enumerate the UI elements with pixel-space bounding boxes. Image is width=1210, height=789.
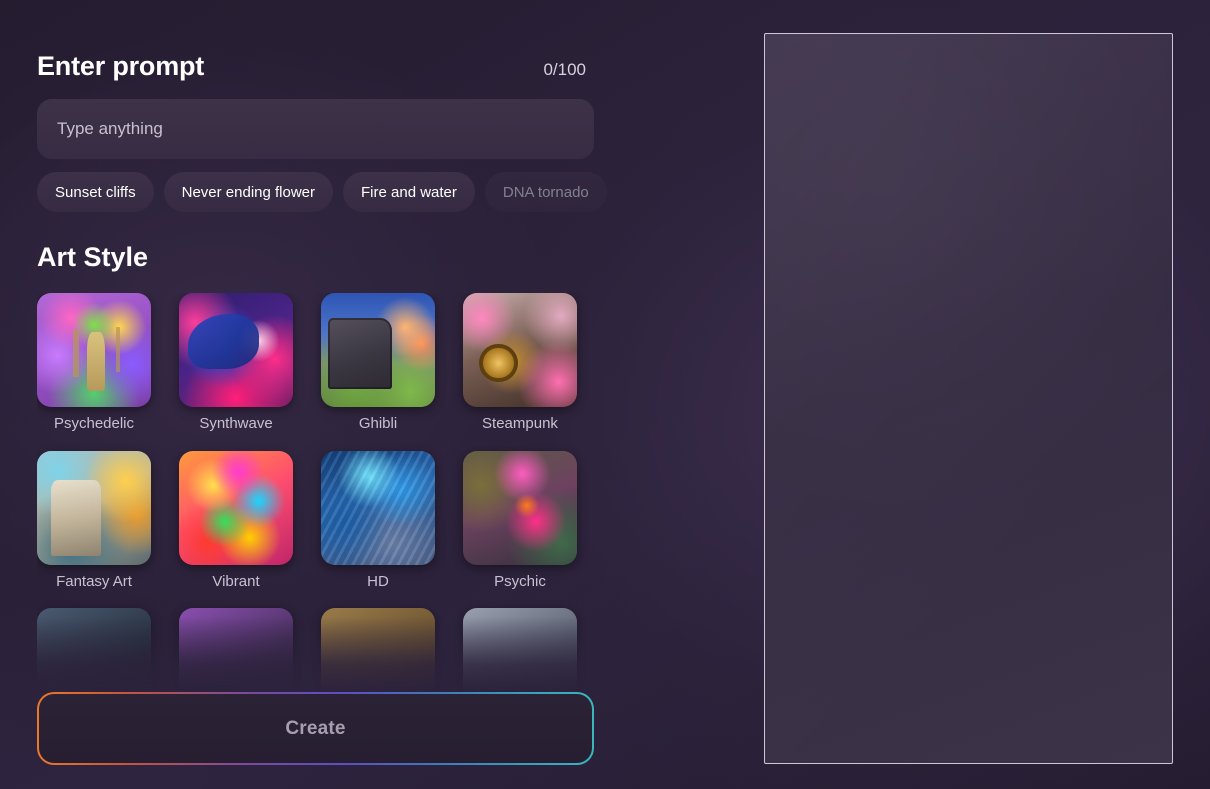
art-style-image bbox=[463, 450, 577, 565]
image-preview-panel[interactable] bbox=[764, 33, 1173, 764]
suggestion-chip[interactable]: Fire and water bbox=[343, 172, 475, 213]
art-style-card[interactable]: Psychic bbox=[463, 450, 577, 591]
art-style-label: Ghibli bbox=[358, 415, 398, 433]
art-style-scroll-area[interactable]: Psychedelic Synthwave Ghibli Steampunk Fanta… bbox=[37, 293, 597, 694]
art-style-card[interactable]: Psychedelic bbox=[37, 293, 151, 433]
prompt-input[interactable] bbox=[37, 99, 594, 160]
art-style-card[interactable]: Steampunk bbox=[463, 293, 577, 433]
art-style-card[interactable] bbox=[463, 608, 577, 694]
art-style-label: HD bbox=[367, 572, 389, 590]
art-style-card[interactable] bbox=[179, 608, 293, 694]
create-button[interactable]: Create bbox=[37, 692, 594, 765]
suggestion-chip[interactable]: Never ending flower bbox=[163, 172, 334, 213]
art-style-image bbox=[37, 293, 151, 408]
art-style-image bbox=[37, 608, 151, 694]
art-style-label: Steampunk bbox=[482, 415, 558, 433]
art-style-image bbox=[463, 608, 577, 694]
image-generator-app: Enter prompt 0/100 Sunset cliffsNever en… bbox=[0, 0, 1210, 789]
art-style-image bbox=[321, 608, 435, 694]
suggestion-chip[interactable]: Sunset cliffs bbox=[37, 172, 154, 213]
art-style-label: Fantasy Art bbox=[56, 572, 132, 590]
art-style-thumbnail bbox=[179, 450, 293, 565]
art-style-card[interactable]: Synthwave bbox=[179, 293, 293, 433]
art-style-thumbnail bbox=[37, 450, 151, 565]
prompt-suggestions: Sunset cliffs Never ending flower Fire and… bbox=[37, 172, 637, 213]
art-style-thumbnail bbox=[321, 293, 435, 408]
art-style-card[interactable]: Ghibli bbox=[321, 293, 435, 433]
suggestion-chip[interactable]: DNA tornado bbox=[484, 172, 607, 213]
art-style-thumbnail bbox=[321, 608, 435, 694]
art-style-card[interactable] bbox=[321, 608, 435, 694]
page-title: Enter prompt bbox=[37, 51, 205, 81]
prompt-header: Enter prompt 0/100 bbox=[37, 51, 594, 81]
art-style-thumbnail bbox=[463, 608, 577, 694]
art-style-label: Psychic bbox=[494, 572, 546, 590]
art-style-label: Synthwave bbox=[199, 415, 273, 433]
art-style-thumbnail bbox=[37, 608, 151, 694]
art-style-image bbox=[321, 293, 435, 408]
art-style-thumbnail bbox=[463, 450, 577, 565]
art-style-image bbox=[321, 450, 435, 565]
art-style-thumbnail bbox=[321, 450, 435, 565]
art-style-thumbnail bbox=[179, 293, 293, 408]
art-style-label: Vibrant bbox=[212, 572, 260, 590]
art-style-image bbox=[179, 608, 293, 694]
art-style-card[interactable]: Fantasy Art bbox=[37, 450, 151, 591]
art-style-card[interactable]: Vibrant bbox=[179, 450, 293, 591]
art-style-label: Psychedelic bbox=[53, 415, 135, 433]
image-preview-placeholder bbox=[765, 34, 1172, 763]
art-style-image bbox=[463, 293, 577, 408]
art-style-image bbox=[179, 450, 293, 565]
art-style-card[interactable] bbox=[37, 608, 151, 694]
art-style-heading: Art Style bbox=[37, 242, 149, 273]
character-counter: 0/100 bbox=[543, 60, 586, 79]
art-style-card[interactable]: HD bbox=[321, 450, 435, 591]
create-button-label: Create bbox=[39, 694, 592, 763]
art-style-grid: Psychedelic Synthwave Ghibli Steampunk Fanta… bbox=[37, 293, 597, 694]
controls-pane: Enter prompt 0/100 Sunset cliffsNever en… bbox=[0, 0, 640, 789]
art-style-thumbnail bbox=[37, 293, 151, 408]
art-style-thumbnail bbox=[179, 608, 293, 694]
art-style-image bbox=[37, 450, 151, 565]
art-style-thumbnail bbox=[463, 293, 577, 408]
art-style-image bbox=[179, 293, 293, 408]
